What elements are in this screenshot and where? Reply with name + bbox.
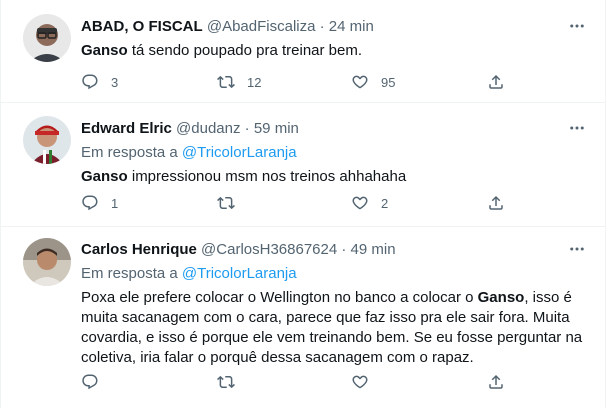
share-button[interactable] <box>487 193 505 213</box>
tweet-3[interactable]: Carlos Henrique @CarlosH36867624 · 49 mi… <box>1 227 605 408</box>
user-handle[interactable]: @CarlosH36867624 <box>201 241 337 258</box>
heart-icon <box>352 75 368 89</box>
like-button[interactable]: 2 <box>351 193 388 213</box>
retweet-button[interactable]: 12 <box>217 72 261 92</box>
reply-button[interactable]: 3 <box>81 72 118 92</box>
tweet-2[interactable]: Edward Elric @dudanz · 59 min Em respost… <box>1 103 605 227</box>
reply-button[interactable] <box>81 372 111 392</box>
reply-prefix: Em resposta a <box>81 144 182 161</box>
retweet-icon <box>217 375 235 389</box>
tweet-actions <box>81 372 511 392</box>
user-handle[interactable]: @dudanz <box>176 120 240 137</box>
separator-dot: · <box>319 18 325 35</box>
more-icon[interactable] <box>567 16 587 36</box>
like-button[interactable]: 95 <box>351 72 395 92</box>
separator-dot: · <box>341 241 347 258</box>
display-name[interactable]: Edward Elric <box>81 120 172 137</box>
like-button[interactable] <box>351 372 381 392</box>
retweet-button[interactable] <box>217 193 247 213</box>
share-icon <box>489 374 503 389</box>
share-button[interactable] <box>487 72 505 92</box>
retweet-icon <box>217 196 235 210</box>
more-icon[interactable] <box>567 118 587 138</box>
tweet-text-body: impressionou msm nos treinos ahhahaha <box>127 168 407 185</box>
tweet-text: Poxa ele prefere colocar o Wellington no… <box>81 288 585 368</box>
reply-context: Em resposta a @TricolorLaranja <box>81 143 585 163</box>
share-icon <box>489 195 503 210</box>
user-handle[interactable]: @AbadFiscaliza <box>207 18 316 35</box>
heart-icon <box>352 196 368 210</box>
avatar[interactable] <box>23 14 71 62</box>
tweet-header: Carlos Henrique @CarlosH36867624 · 49 mi… <box>81 240 585 260</box>
timestamp[interactable]: 59 min <box>254 120 299 137</box>
timestamp[interactable]: 24 min <box>329 18 374 35</box>
reply-count: 1 <box>111 195 119 211</box>
display-name[interactable]: ABAD, O FISCAL <box>81 18 203 35</box>
keyword-highlight: Ganso <box>477 289 525 306</box>
tweet-actions: 1 2 <box>81 193 511 213</box>
share-icon <box>489 74 503 89</box>
keyword-highlight: Ganso <box>81 42 128 59</box>
keyword-highlight: Ganso <box>81 168 128 185</box>
tweet-text: Ganso tá sendo poupado pra treinar bem. <box>81 41 585 61</box>
like-count: 95 <box>381 74 396 90</box>
retweet-button[interactable] <box>217 372 247 392</box>
like-count: 2 <box>381 195 389 211</box>
tweet-header: Edward Elric @dudanz · 59 min <box>81 119 585 139</box>
heart-icon <box>352 375 368 389</box>
reply-prefix: Em resposta a <box>81 265 182 282</box>
reply-button[interactable]: 1 <box>81 193 118 213</box>
reply-mention-link[interactable]: @TricolorLaranja <box>182 144 297 161</box>
reply-count: 3 <box>111 74 119 90</box>
share-button[interactable] <box>487 372 505 392</box>
tweet-1[interactable]: ABAD, O FISCAL @AbadFiscaliza · 24 min G… <box>1 0 605 103</box>
tweet-actions: 3 12 95 <box>81 72 511 92</box>
tweet-text: Ganso impressionou msm nos treinos ahhah… <box>81 167 585 187</box>
reply-icon <box>82 195 98 211</box>
reply-context: Em resposta a @TricolorLaranja <box>81 264 585 284</box>
tweet-header: ABAD, O FISCAL @AbadFiscaliza · 24 min <box>81 17 585 37</box>
display-name[interactable]: Carlos Henrique <box>81 241 197 258</box>
tweet-text-lead: Poxa ele prefere colocar o Wellington no… <box>81 289 478 306</box>
timestamp[interactable]: 49 min <box>351 241 396 258</box>
avatar[interactable] <box>23 116 71 164</box>
retweet-count: 12 <box>247 74 262 90</box>
more-icon[interactable] <box>567 239 587 259</box>
tweet-text-body: tá sendo poupado pra treinar bem. <box>127 42 363 59</box>
reply-icon <box>82 74 98 90</box>
reply-icon <box>82 374 98 390</box>
reply-mention-link[interactable]: @TricolorLaranja <box>182 265 297 282</box>
separator-dot: · <box>244 120 250 137</box>
tweet-feed: ABAD, O FISCAL @AbadFiscaliza · 24 min G… <box>0 0 606 408</box>
avatar[interactable] <box>23 238 71 286</box>
retweet-icon <box>217 75 235 89</box>
